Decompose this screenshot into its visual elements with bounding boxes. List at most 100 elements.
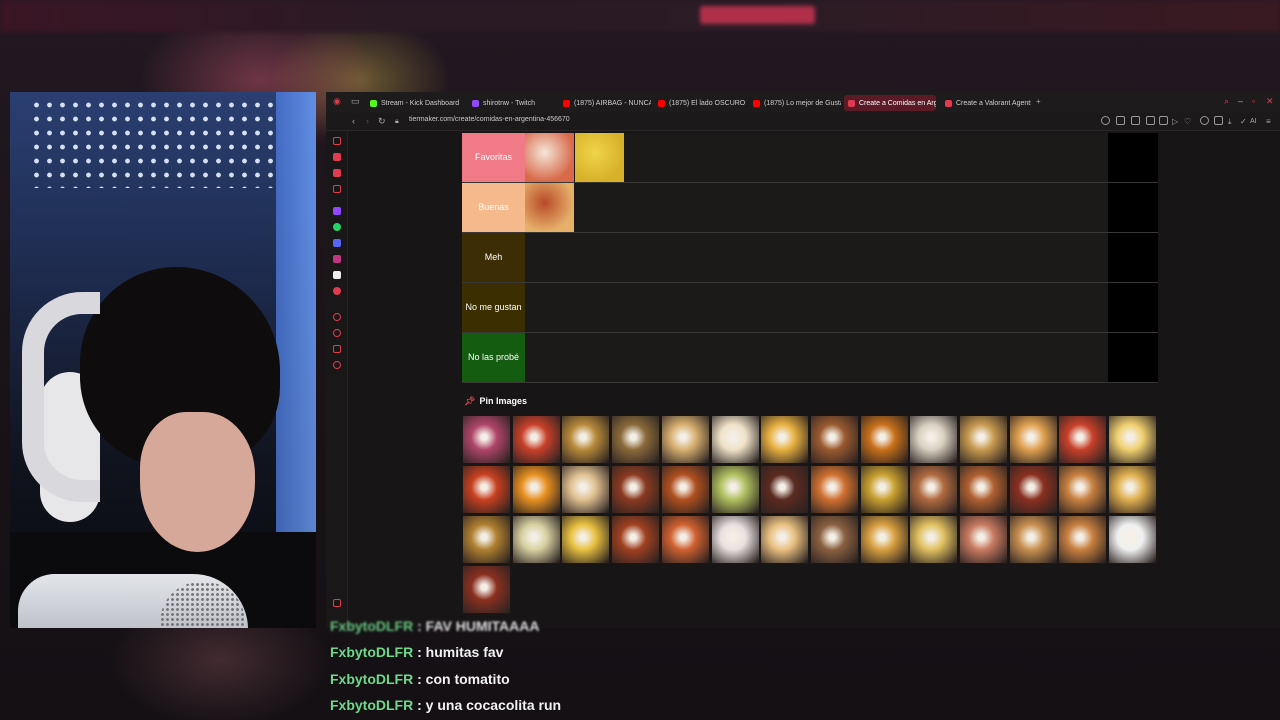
wallet-icon[interactable] bbox=[1159, 116, 1168, 125]
tier-settings-cell[interactable] bbox=[1108, 183, 1158, 232]
close-icon[interactable]: ✕ bbox=[1266, 96, 1274, 107]
food-image[interactable] bbox=[809, 465, 859, 514]
food-image[interactable] bbox=[561, 465, 611, 514]
history-icon[interactable] bbox=[333, 329, 341, 337]
food-image[interactable] bbox=[760, 415, 810, 464]
food-image[interactable] bbox=[462, 465, 511, 514]
instagram-icon[interactable] bbox=[333, 255, 341, 263]
food-image[interactable] bbox=[859, 515, 909, 564]
new-tab-button[interactable]: + bbox=[1036, 96, 1041, 107]
food-image[interactable] bbox=[1058, 515, 1108, 564]
food-image[interactable] bbox=[1008, 415, 1058, 464]
snapshot-icon[interactable] bbox=[1131, 116, 1140, 125]
tier-row[interactable]: Buenas bbox=[462, 183, 1158, 233]
food-image[interactable] bbox=[1108, 515, 1158, 564]
food-image[interactable] bbox=[760, 515, 810, 564]
food-image[interactable] bbox=[611, 515, 661, 564]
food-image[interactable] bbox=[611, 465, 661, 514]
food-image[interactable] bbox=[462, 415, 511, 464]
tier-food-image[interactable] bbox=[525, 133, 574, 182]
browser-tab[interactable]: (1875) AIRBAG - NUNCA bbox=[559, 95, 651, 111]
browser-tab[interactable]: shirotnw - Twitch bbox=[468, 95, 556, 111]
tier-label[interactable]: No las probé bbox=[462, 333, 525, 382]
food-image[interactable] bbox=[959, 515, 1008, 564]
more-icon[interactable] bbox=[333, 599, 341, 607]
tier-settings-cell[interactable] bbox=[1108, 233, 1158, 282]
forward-icon[interactable]: › bbox=[366, 116, 369, 127]
music-icon[interactable] bbox=[333, 287, 341, 295]
back-icon[interactable]: ‹ bbox=[352, 116, 355, 127]
discord-icon[interactable] bbox=[333, 239, 341, 247]
browser-tab[interactable]: Create a Valorant Agents bbox=[941, 95, 1031, 111]
tier-label[interactable]: Favoritas bbox=[462, 133, 525, 182]
food-image[interactable] bbox=[1008, 465, 1058, 514]
news-icon[interactable] bbox=[333, 185, 341, 193]
food-image[interactable] bbox=[561, 415, 611, 464]
food-image[interactable] bbox=[611, 415, 661, 464]
food-image[interactable] bbox=[959, 465, 1008, 514]
food-image[interactable] bbox=[909, 515, 959, 564]
heart-icon[interactable]: ♡ bbox=[1184, 116, 1191, 127]
food-image[interactable] bbox=[511, 515, 561, 564]
food-image[interactable] bbox=[809, 515, 859, 564]
maximize-icon[interactable]: ▫ bbox=[1252, 96, 1255, 107]
twitch-icon[interactable] bbox=[333, 207, 341, 215]
browser-tab[interactable]: Stream - Kick Dashboard bbox=[366, 95, 464, 111]
url-field[interactable]: tiermaker.com/create/comidas-en-argentin… bbox=[409, 116, 570, 123]
food-image[interactable] bbox=[959, 415, 1008, 464]
food-image[interactable] bbox=[710, 515, 760, 564]
food-image[interactable] bbox=[1008, 515, 1058, 564]
tier-settings-cell[interactable] bbox=[1108, 133, 1158, 182]
tier-row[interactable]: Favoritas bbox=[462, 133, 1158, 183]
tier-settings-cell[interactable] bbox=[1108, 283, 1158, 332]
tier-label[interactable]: No me gustan bbox=[462, 283, 525, 332]
search-tabs-icon[interactable]: ⌕ bbox=[1224, 96, 1229, 107]
food-image[interactable] bbox=[462, 565, 511, 614]
food-image[interactable] bbox=[1058, 415, 1108, 464]
food-image[interactable] bbox=[511, 415, 561, 464]
download-icon[interactable]: ⤓ bbox=[1228, 116, 1232, 127]
food-image[interactable] bbox=[1058, 465, 1108, 514]
tier-row[interactable]: No me gustan bbox=[462, 283, 1158, 333]
tier-settings-cell[interactable] bbox=[1108, 333, 1158, 382]
food-image[interactable] bbox=[511, 465, 561, 514]
tier-row[interactable]: No las probé bbox=[462, 333, 1158, 383]
food-image[interactable] bbox=[1108, 415, 1158, 464]
ai-button[interactable]: AI bbox=[1250, 116, 1257, 127]
tier-label[interactable]: Meh bbox=[462, 233, 525, 282]
settings-side-icon[interactable] bbox=[333, 361, 341, 369]
opera-logo-icon[interactable]: ◉ bbox=[333, 96, 341, 107]
play-icon[interactable]: ▷ bbox=[1172, 116, 1178, 127]
extensions-icon[interactable] bbox=[1200, 116, 1209, 125]
shield-icon[interactable] bbox=[1146, 116, 1155, 125]
menu-icon[interactable]: ≡ bbox=[1266, 116, 1271, 127]
extensions-side-icon[interactable] bbox=[333, 345, 341, 353]
food-image[interactable] bbox=[660, 465, 710, 514]
settings-icon[interactable]: ✓ bbox=[1240, 116, 1247, 127]
browser-tab[interactable]: Create a Comidas en Arg bbox=[844, 95, 936, 111]
tiktok-icon[interactable] bbox=[333, 271, 341, 279]
messenger-icon[interactable] bbox=[333, 169, 341, 177]
food-image[interactable] bbox=[809, 415, 859, 464]
food-image[interactable] bbox=[660, 515, 710, 564]
food-image[interactable] bbox=[462, 515, 511, 564]
whatsapp-icon[interactable] bbox=[333, 223, 341, 231]
food-image[interactable] bbox=[561, 515, 611, 564]
food-image[interactable] bbox=[710, 415, 760, 464]
food-image[interactable] bbox=[859, 465, 909, 514]
food-image[interactable] bbox=[909, 465, 959, 514]
bookmark-icon[interactable] bbox=[1116, 116, 1125, 125]
food-image[interactable] bbox=[760, 465, 810, 514]
tier-row[interactable]: Meh bbox=[462, 233, 1158, 283]
food-image[interactable] bbox=[909, 415, 959, 464]
food-image[interactable] bbox=[660, 415, 710, 464]
speed-dial-icon[interactable] bbox=[333, 153, 341, 161]
browser-tab[interactable]: (1875) El lado OSCURO de bbox=[654, 95, 746, 111]
tab-menu-icon[interactable]: ▭ bbox=[351, 96, 360, 107]
minimize-icon[interactable]: – bbox=[1238, 96, 1243, 107]
screenshot-icon[interactable] bbox=[1214, 116, 1223, 125]
food-image[interactable] bbox=[859, 415, 909, 464]
food-image[interactable] bbox=[710, 465, 760, 514]
food-image[interactable] bbox=[1108, 465, 1158, 514]
zoom-icon[interactable] bbox=[1101, 116, 1110, 125]
